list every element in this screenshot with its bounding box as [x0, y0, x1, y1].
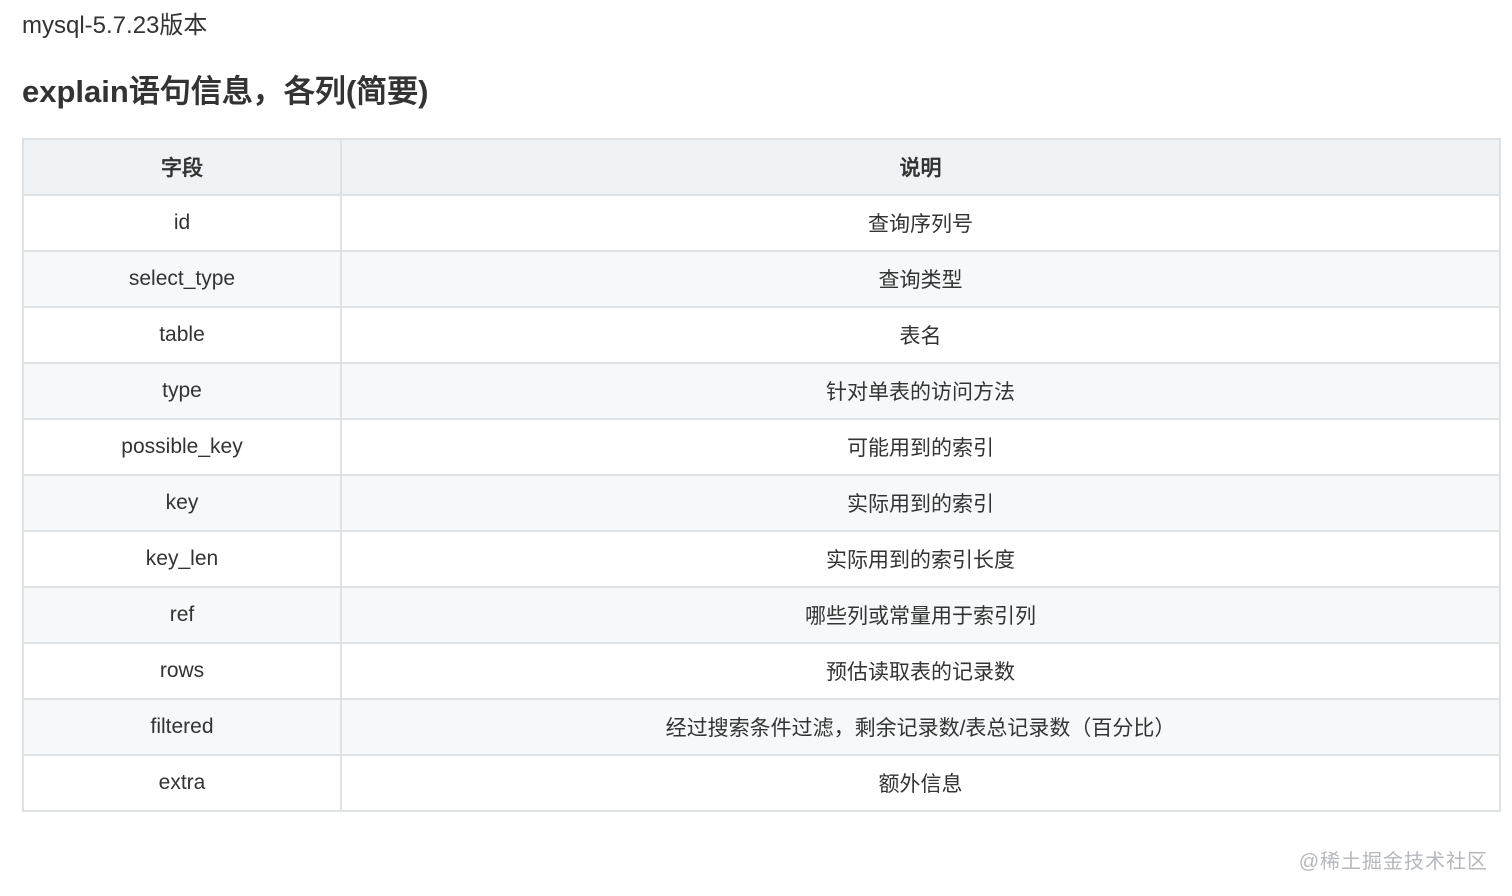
table-row: table 表名 [22, 306, 1501, 364]
table-header-row: 字段 说明 [22, 138, 1501, 196]
column-header-field: 字段 [22, 138, 342, 196]
field-cell: extra [22, 754, 342, 812]
description-cell: 实际用到的索引 [340, 474, 1501, 532]
description-cell: 经过搜索条件过滤，剩余记录数/表总记录数（百分比） [340, 698, 1501, 756]
table-row: type 针对单表的访问方法 [22, 362, 1501, 420]
table-row: filtered 经过搜索条件过滤，剩余记录数/表总记录数（百分比） [22, 698, 1501, 756]
watermark: @稀土掘金技术社区 [1298, 851, 1488, 873]
page-title: explain语句信息，各列(简要) [22, 74, 429, 109]
field-cell: ref [22, 586, 342, 644]
table-row: possible_key 可能用到的索引 [22, 418, 1501, 476]
field-cell: select_type [22, 250, 342, 308]
field-cell: filtered [22, 698, 342, 756]
table-row: id 查询序列号 [22, 194, 1501, 252]
description-cell: 查询序列号 [340, 194, 1501, 252]
description-cell: 可能用到的索引 [340, 418, 1501, 476]
table-row: rows 预估读取表的记录数 [22, 642, 1501, 700]
table-row: ref 哪些列或常量用于索引列 [22, 586, 1501, 644]
field-cell: table [22, 306, 342, 364]
description-cell: 针对单表的访问方法 [340, 362, 1501, 420]
field-cell: key [22, 474, 342, 532]
table-row: select_type 查询类型 [22, 250, 1501, 308]
description-cell: 实际用到的索引长度 [340, 530, 1501, 588]
description-cell: 额外信息 [340, 754, 1501, 812]
description-cell: 预估读取表的记录数 [340, 642, 1501, 700]
description-cell: 查询类型 [340, 250, 1501, 308]
field-cell: rows [22, 642, 342, 700]
field-cell: type [22, 362, 342, 420]
field-cell: id [22, 194, 342, 252]
table-row: extra 额外信息 [22, 754, 1501, 812]
field-cell: possible_key [22, 418, 342, 476]
table-row: key 实际用到的索引 [22, 474, 1501, 532]
field-cell: key_len [22, 530, 342, 588]
description-cell: 表名 [340, 306, 1501, 364]
version-line: mysql-5.7.23版本 [22, 12, 208, 39]
table-row: key_len 实际用到的索引长度 [22, 530, 1501, 588]
description-cell: 哪些列或常量用于索引列 [340, 586, 1501, 644]
explain-columns-table: 字段 说明 id 查询序列号 select_type 查询类型 table 表名… [22, 138, 1501, 812]
column-header-description: 说明 [340, 138, 1501, 196]
